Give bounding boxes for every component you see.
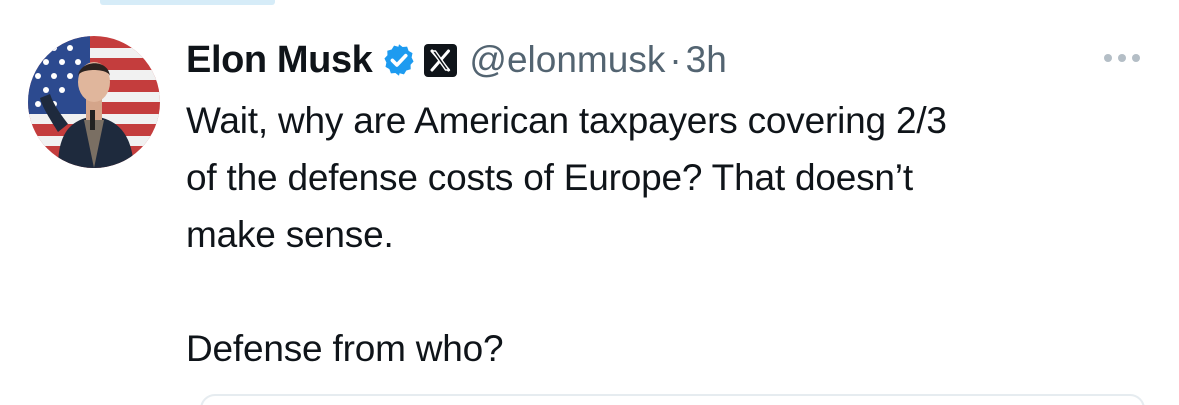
- author-display-name[interactable]: Elon Musk: [186, 39, 373, 82]
- author-handle[interactable]: @elonmusk: [469, 39, 665, 81]
- attached-card-edge[interactable]: [200, 394, 1145, 405]
- top-tab-indicator: [100, 0, 275, 5]
- x-logo-icon: [424, 43, 458, 77]
- tweet-header: Elon Musk @elonmusk · 3h: [186, 30, 727, 90]
- avatar-image: [28, 36, 160, 168]
- more-options-icon[interactable]: [1098, 46, 1146, 70]
- avatar[interactable]: [28, 36, 160, 168]
- post-timestamp[interactable]: 3h: [686, 39, 727, 81]
- tweet-card: Elon Musk @elonmusk · 3h Wait, why are A…: [0, 0, 1179, 405]
- verified-badge-icon: [384, 44, 414, 76]
- tweet-body-text: Wait, why are American taxpayers coverin…: [186, 100, 947, 369]
- meta-separator: ·: [669, 39, 682, 80]
